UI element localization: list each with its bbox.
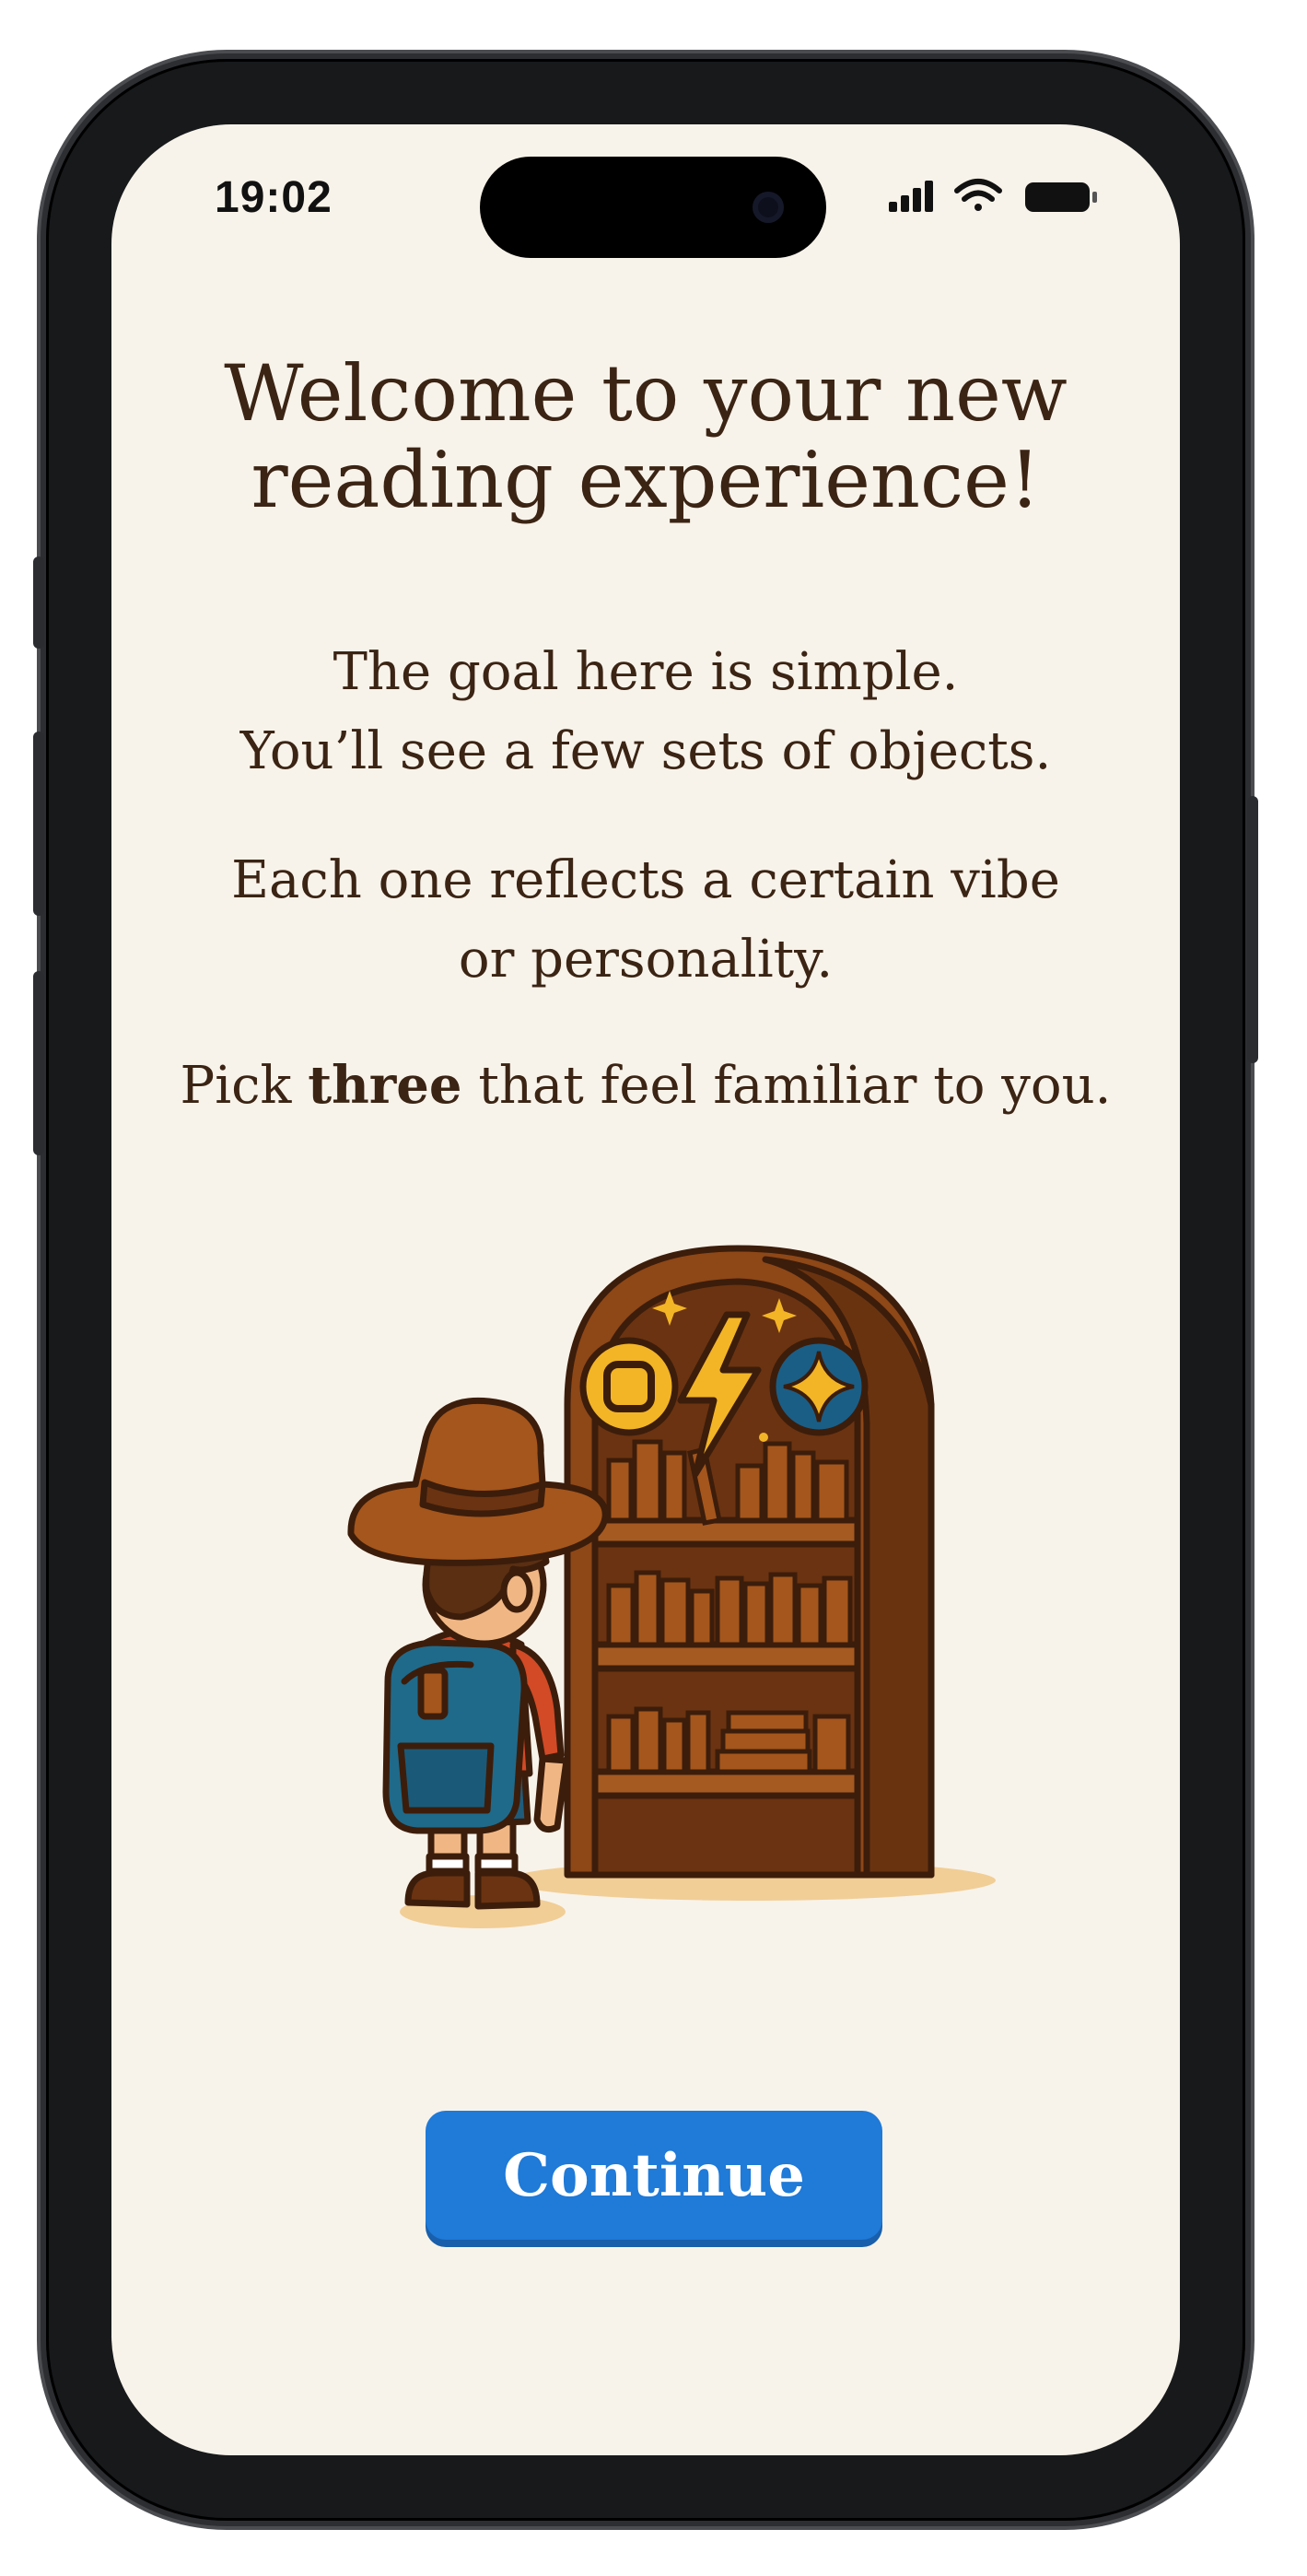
intro-line-2: You’ll see a few sets of objects. <box>239 721 1052 781</box>
volume-up-button <box>33 732 44 916</box>
instruction-emphasis: three <box>308 1055 462 1116</box>
signal-icon <box>889 181 933 212</box>
explorer-bookshelf-illustration <box>347 1245 996 1928</box>
instruction-suffix: that feel familiar to you. <box>461 1056 1112 1116</box>
battery-icon <box>1025 182 1097 212</box>
page-title: Welcome to your new reading experience! <box>111 350 1180 523</box>
status-icons <box>889 179 1097 212</box>
coin-icon <box>579 1337 679 1436</box>
action-button <box>33 556 44 649</box>
dynamic-island <box>480 157 826 258</box>
power-button <box>1247 796 1258 1063</box>
screen: 19:02 Welcome to your new reading experi… <box>111 124 1180 2455</box>
star-badge-icon <box>769 1337 869 1436</box>
intro-line-1: The goal here is simple. <box>333 642 959 702</box>
wifi-icon <box>954 179 1002 211</box>
phone-frame: 19:02 Welcome to your new reading experi… <box>33 59 1258 2521</box>
instruction-paragraph: Pick three that feel familiar to you. <box>111 1046 1180 1126</box>
vibe-line-1: Each one reflects a certain vibe <box>231 850 1060 910</box>
volume-down-button <box>33 971 44 1155</box>
title-line-1: Welcome to your new <box>224 348 1068 439</box>
title-line-2: reading experience! <box>251 435 1041 525</box>
vibe-line-2: or personality. <box>458 930 834 989</box>
vibe-paragraph: Each one reflects a certain vibe or pers… <box>111 841 1180 1000</box>
intro-paragraph: The goal here is simple. You’ll see a fe… <box>111 633 1180 791</box>
continue-button[interactable]: Continue <box>426 2111 882 2240</box>
instruction-prefix: Pick <box>180 1056 309 1116</box>
status-time: 19:02 <box>215 173 333 222</box>
books-row-2 <box>606 1570 853 1647</box>
front-camera <box>753 192 784 223</box>
status-bar: 19:02 <box>111 124 1180 258</box>
